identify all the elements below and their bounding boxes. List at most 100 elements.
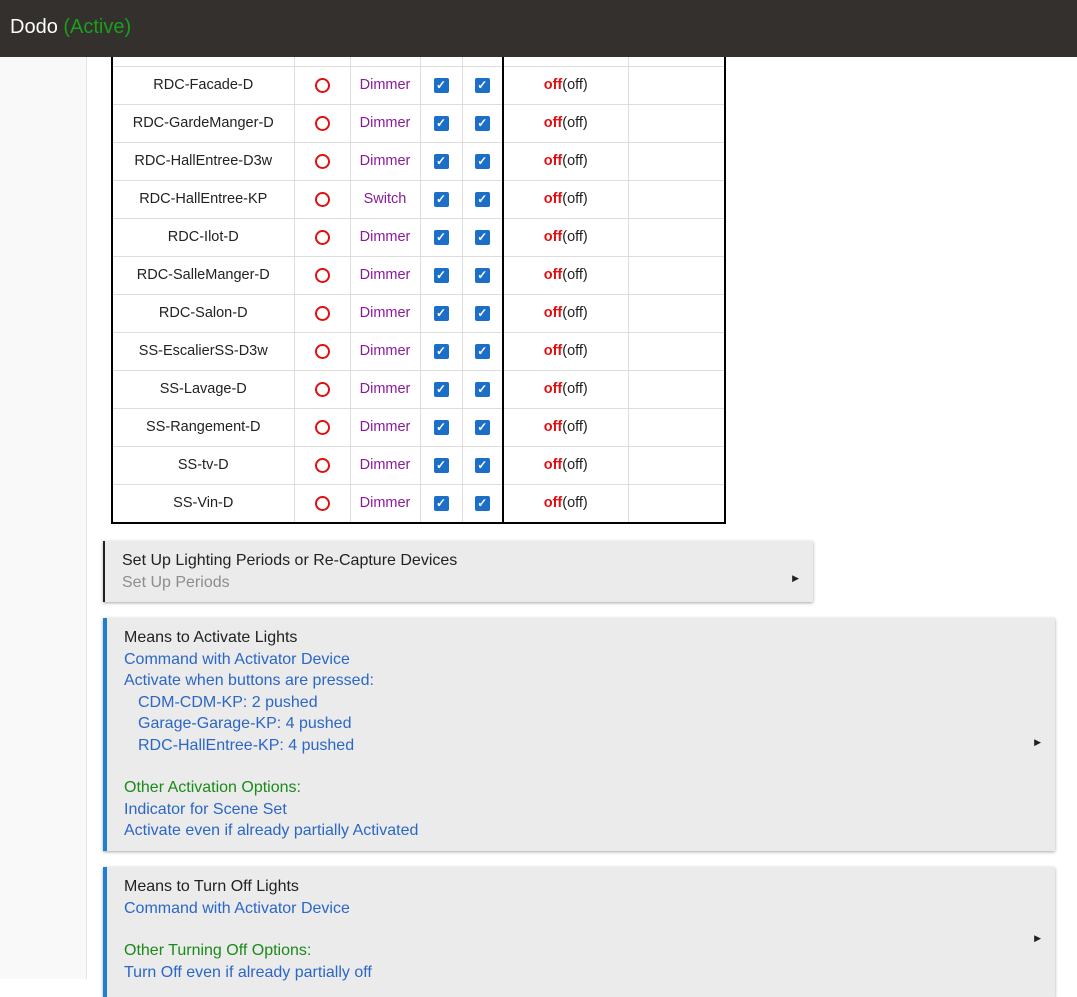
table-row: RDC-SalleManger-D Dimmer ✓ ✓ off(off)	[113, 256, 724, 295]
device-type: Dimmer	[350, 484, 421, 522]
device-type: Dimmer	[350, 218, 421, 257]
checkbox-checked-icon[interactable]: ✓	[433, 267, 449, 283]
red-ring-icon[interactable]	[314, 267, 330, 283]
state-value: off	[543, 153, 563, 169]
expand-arrow-icon[interactable]: ▶	[792, 568, 799, 590]
state-value: off	[543, 77, 563, 93]
checkbox-checked-icon[interactable]: ✓	[474, 457, 490, 473]
table-row: SS-Lavage-D Dimmer ✓ ✓ off(off)	[113, 370, 724, 409]
checkbox-checked-icon[interactable]: ✓	[474, 229, 490, 245]
device-state: off(off)	[503, 142, 629, 181]
red-ring-icon[interactable]	[314, 343, 330, 359]
device-name[interactable]: RDC-GardeManger-D	[113, 104, 295, 143]
checkbox-checked-icon[interactable]: ✓	[433, 115, 449, 131]
state-reported: (off)	[562, 419, 588, 435]
state-value: off	[543, 495, 563, 512]
checkbox-checked-icon[interactable]: ✓	[433, 153, 449, 169]
device-name[interactable]: RDC-HallEntree-KP	[113, 180, 295, 219]
checkbox-checked-icon[interactable]: ✓	[474, 77, 490, 93]
app-status: (Active)	[63, 16, 132, 38]
checkbox-checked-icon[interactable]: ✓	[474, 343, 490, 359]
device-name[interactable]: SS-Rangement-D	[113, 408, 295, 447]
checkbox-checked-icon[interactable]: ✓	[433, 457, 449, 473]
device-state: off(off)	[503, 256, 629, 295]
activate-button-item: CDM-CDM-KP: 2 pushed	[138, 693, 318, 711]
red-ring-icon[interactable]	[314, 305, 330, 321]
state-reported: (off)	[562, 495, 588, 512]
device-name[interactable]: RDC-Salon-D	[113, 294, 295, 333]
periods-section-card[interactable]: Set Up Lighting Periods or Re-Capture De…	[103, 541, 813, 602]
activate-buttons-header: Activate when buttons are pressed:	[124, 672, 374, 689]
table-row: SS-Rangement-D Dimmer ✓ ✓ off(off)	[113, 408, 724, 447]
expand-arrow-icon[interactable]: ▶	[1034, 732, 1041, 754]
device-type: Dimmer	[350, 294, 421, 333]
checkbox-checked-icon[interactable]: ✓	[474, 419, 490, 435]
device-name[interactable]: RDC-HallEntree-D3w	[113, 142, 295, 181]
red-ring-icon[interactable]	[314, 191, 330, 207]
red-ring-icon[interactable]	[314, 457, 330, 473]
device-state: off(off)	[503, 218, 629, 257]
checkbox-checked-icon[interactable]: ✓	[474, 495, 490, 511]
device-type: Dimmer	[350, 446, 421, 485]
checkbox-checked-icon[interactable]: ✓	[474, 153, 490, 169]
app-header: Dodo (Active)	[0, 0, 1077, 57]
checkbox-checked-icon[interactable]: ✓	[474, 305, 490, 321]
checkbox-checked-icon[interactable]: ✓	[433, 495, 449, 511]
device-name[interactable]: SS-EscalierSS-D3w	[113, 332, 295, 371]
device-state: off(off)	[503, 294, 629, 333]
activate-other-header: Other Activation Options:	[124, 779, 301, 796]
red-ring-icon[interactable]	[314, 229, 330, 245]
device-state: off(off)	[503, 446, 629, 485]
device-name[interactable]: SS-Vin-D	[113, 484, 295, 522]
periods-section-subtitle: Set Up Periods	[122, 573, 230, 591]
device-state: off(off)	[503, 104, 629, 143]
state-reported: (off)	[562, 381, 588, 397]
turnoff-section-card[interactable]: Means to Turn Off Lights Command with Ac…	[103, 867, 1055, 997]
device-table-grid: RDC-Facade-D Dimmer ✓ ✓ off(off) RDC-GardeMan…	[113, 47, 724, 522]
checkbox-checked-icon[interactable]: ✓	[474, 381, 490, 397]
checkbox-checked-icon[interactable]: ✓	[433, 191, 449, 207]
checkbox-checked-icon[interactable]: ✓	[433, 381, 449, 397]
device-name[interactable]: SS-Lavage-D	[113, 370, 295, 409]
table-row: RDC-GardeManger-D Dimmer ✓ ✓ off(off)	[113, 104, 724, 143]
red-ring-icon[interactable]	[314, 419, 330, 435]
checkbox-checked-icon[interactable]: ✓	[433, 419, 449, 435]
red-ring-icon[interactable]	[314, 115, 330, 131]
checkbox-checked-icon[interactable]: ✓	[474, 191, 490, 207]
device-name[interactable]: RDC-Ilot-D	[113, 218, 295, 257]
table-row: RDC-Salon-D Dimmer ✓ ✓ off(off)	[113, 294, 724, 333]
device-state: off(off)	[503, 180, 629, 219]
red-ring-icon[interactable]	[314, 77, 330, 93]
state-value: off	[543, 267, 563, 283]
state-value: off	[543, 229, 563, 245]
red-ring-icon[interactable]	[314, 381, 330, 397]
checkbox-checked-icon[interactable]: ✓	[433, 305, 449, 321]
expand-arrow-icon[interactable]: ▶	[1034, 928, 1041, 950]
device-state: off(off)	[503, 66, 629, 105]
device-type: Dimmer	[350, 104, 421, 143]
device-name[interactable]: RDC-Facade-D	[113, 66, 295, 105]
activate-section-title: Means to Activate Lights	[124, 629, 298, 646]
table-row: RDC-HallEntree-D3w Dimmer ✓ ✓ off(off)	[113, 142, 724, 181]
state-reported: (off)	[562, 305, 588, 321]
checkbox-checked-icon[interactable]: ✓	[433, 77, 449, 93]
left-gutter	[0, 57, 87, 979]
table-row: RDC-Facade-D Dimmer ✓ ✓ off(off)	[113, 66, 724, 105]
red-ring-icon[interactable]	[314, 495, 330, 511]
checkbox-checked-icon[interactable]: ✓	[433, 229, 449, 245]
activate-option-item: Activate even if already partially Activ…	[124, 822, 419, 839]
red-ring-icon[interactable]	[314, 153, 330, 169]
state-value: off	[543, 305, 563, 321]
device-state: off(off)	[503, 408, 629, 447]
periods-section-title: Set Up Lighting Periods or Re-Capture De…	[122, 552, 458, 569]
checkbox-checked-icon[interactable]: ✓	[433, 343, 449, 359]
device-name[interactable]: RDC-SalleManger-D	[113, 256, 295, 295]
checkbox-checked-icon[interactable]: ✓	[474, 115, 490, 131]
device-state: off(off)	[503, 332, 629, 371]
state-value: off	[543, 191, 563, 207]
activate-section-card[interactable]: Means to Activate Lights Command with Ac…	[103, 618, 1055, 851]
device-name[interactable]: SS-tv-D	[113, 446, 295, 485]
checkbox-checked-icon[interactable]: ✓	[474, 267, 490, 283]
activate-option-item: Indicator for Scene Set	[124, 800, 287, 818]
device-table: RDC-Facade-D Dimmer ✓ ✓ off(off) RDC-GardeMan…	[111, 47, 726, 524]
